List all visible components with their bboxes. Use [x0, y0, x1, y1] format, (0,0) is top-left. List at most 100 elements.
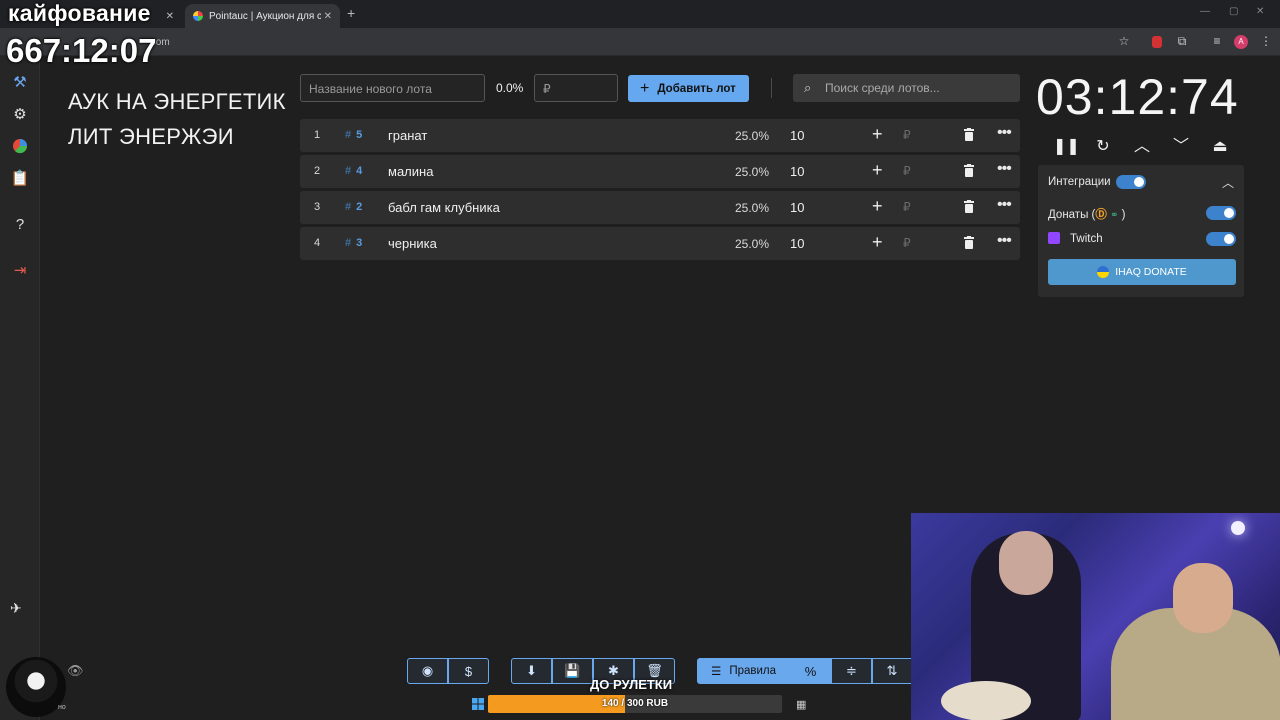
- lot-amount[interactable]: 10: [790, 200, 804, 215]
- add-lot-label: Добавить лот: [657, 82, 736, 95]
- lot-id[interactable]: #5: [345, 129, 362, 141]
- ihaq-donate-label: IHAQ DONATE: [1115, 266, 1187, 278]
- ihaq-donate-button[interactable]: IHAQ DONATE: [1048, 259, 1236, 285]
- address-bar[interactable]: .com: [0, 28, 1280, 56]
- close-tab-icon[interactable]: ✕: [324, 11, 332, 22]
- lot-name[interactable]: черника: [388, 236, 437, 251]
- minimize-icon[interactable]: —: [1200, 6, 1210, 17]
- delete-trash-icon[interactable]: [964, 200, 974, 213]
- lot-id[interactable]: #4: [345, 165, 362, 177]
- delete-trash-icon[interactable]: [964, 128, 974, 141]
- collapse-chevron-icon[interactable]: ︿: [1222, 174, 1234, 191]
- search-placeholder: Поиск среди лотов...: [825, 81, 940, 95]
- roulette-progress-text: 140 / 300 RUB: [601, 698, 669, 709]
- donations-toggle[interactable]: [1206, 206, 1236, 220]
- lot-index: 4: [314, 237, 321, 249]
- add-amount-icon[interactable]: +: [872, 196, 883, 217]
- add-amount-icon[interactable]: +: [872, 124, 883, 145]
- add-lot-button[interactable]: + Добавить лот: [628, 75, 749, 102]
- app-sidebar: ⚒ ⚙ 📋 ? ⇥: [0, 56, 40, 720]
- lot-amount[interactable]: 10: [790, 128, 804, 143]
- add-amount-icon[interactable]: +: [872, 232, 883, 253]
- eye-icon[interactable]: 👁: [67, 663, 84, 679]
- new-tab-icon[interactable]: +: [347, 5, 355, 21]
- ruble-icon[interactable]: ₽: [903, 200, 911, 214]
- bookmark-star-icon[interactable]: ☆: [1117, 34, 1131, 48]
- ruble-icon[interactable]: ₽: [903, 128, 911, 142]
- delete-trash-icon[interactable]: [964, 164, 974, 177]
- tab-title: Pointauc | Аукцион для стрим...: [209, 10, 321, 22]
- extensions-puzzle-icon[interactable]: ⧉: [1175, 34, 1189, 48]
- download-icon[interactable]: ⬇: [511, 658, 552, 684]
- telegram-icon[interactable]: ✈: [10, 600, 22, 617]
- lot-row: 3 #2 бабл гам клубника 25.0% 10 + ₽ •••: [300, 191, 1020, 224]
- wheel-pie-icon[interactable]: [10, 136, 30, 156]
- windows-start-icon[interactable]: [472, 698, 484, 710]
- lot-row: 2 #4 малина 25.0% 10 + ₽ •••: [300, 155, 1020, 188]
- integrations-toggle[interactable]: [1116, 175, 1146, 189]
- settings-gear-icon[interactable]: ⚙: [10, 104, 30, 124]
- double-chevron-up-icon[interactable]: ⏏: [1210, 137, 1230, 157]
- search-icon: ⌕: [804, 80, 812, 95]
- chevron-up-icon[interactable]: ︿: [1132, 137, 1152, 157]
- lot-id[interactable]: #2: [345, 201, 362, 213]
- add-amount-icon[interactable]: +: [872, 160, 883, 181]
- person-right-face: [1173, 563, 1233, 633]
- close-tab-icon[interactable]: ✕: [166, 11, 174, 22]
- browser-tabbar: ✕ Pointauc | Аукцион для стрим... ✕ + — …: [0, 0, 1280, 28]
- rules-list-icon: ☰: [711, 666, 722, 678]
- save-icon[interactable]: 💾: [552, 658, 593, 684]
- twitch-label: Twitch: [1070, 233, 1103, 245]
- lot-name[interactable]: гранат: [388, 128, 427, 143]
- more-options-icon[interactable]: •••: [997, 124, 1012, 142]
- roulette-progress-bar: 140 / 300 RUB: [488, 695, 782, 713]
- calculator-icon[interactable]: ▦: [796, 698, 808, 711]
- more-options-icon[interactable]: •••: [997, 232, 1012, 250]
- more-options-icon[interactable]: •••: [997, 160, 1012, 178]
- lot-amount[interactable]: 10: [790, 236, 804, 251]
- help-question-icon[interactable]: ?: [10, 214, 30, 234]
- close-window-icon[interactable]: ✕: [1256, 6, 1264, 17]
- lamp: [1231, 521, 1245, 535]
- lot-name[interactable]: бабл гам клубника: [388, 200, 500, 215]
- chevron-down-icon[interactable]: ﹀: [1171, 137, 1191, 157]
- lot-index: 2: [314, 165, 321, 177]
- sort-icon[interactable]: ⇅: [872, 658, 912, 684]
- person-left-face: [999, 531, 1053, 595]
- lot-name[interactable]: малина: [388, 164, 433, 179]
- lot-search-input[interactable]: ⌕ Поиск среди лотов...: [793, 74, 1020, 102]
- percent-icon[interactable]: %: [790, 658, 831, 684]
- media-control-icon[interactable]: ≡: [1210, 34, 1224, 48]
- stream-overlay-title: кайфование: [8, 0, 151, 26]
- twitch-toggle[interactable]: [1206, 232, 1236, 246]
- stream-overlay-timer: 667:12:07: [6, 32, 157, 69]
- github-icon[interactable]: ◉: [407, 658, 448, 684]
- ruble-icon[interactable]: ₽: [903, 236, 911, 250]
- split-icon[interactable]: ≑: [831, 658, 872, 684]
- new-lot-amount-input[interactable]: ₽: [534, 74, 618, 102]
- clipboard-history-icon[interactable]: 📋: [10, 168, 30, 188]
- delete-trash-icon[interactable]: [964, 236, 974, 249]
- donate-dollar-icon[interactable]: $: [448, 658, 489, 684]
- lot-percent: 25.0%: [735, 201, 770, 215]
- browser-tab-active[interactable]: Pointauc | Аукцион для стрим... ✕: [185, 4, 340, 28]
- maximize-icon[interactable]: ▢: [1229, 6, 1238, 17]
- lot-index: 3: [314, 201, 321, 213]
- reset-icon[interactable]: ↻: [1093, 137, 1113, 157]
- logout-icon[interactable]: ⇥: [10, 260, 30, 280]
- ruble-icon[interactable]: ₽: [903, 164, 911, 178]
- new-lot-name-input[interactable]: Название нового лота: [300, 74, 485, 102]
- browser-menu-icon[interactable]: ⋮: [1259, 34, 1273, 48]
- plus-icon: +: [640, 79, 650, 97]
- pause-icon[interactable]: ❚❚: [1053, 137, 1080, 157]
- lot-percent: 25.0%: [735, 129, 770, 143]
- roulette-title: ДО РУЛЕТКИ: [590, 677, 673, 692]
- extension-icon[interactable]: [1152, 36, 1162, 48]
- lot-amount[interactable]: 10: [790, 164, 804, 179]
- screen: ✕ Pointauc | Аукцион для стрим... ✕ + — …: [0, 0, 1280, 720]
- profile-avatar[interactable]: A: [1234, 35, 1248, 49]
- more-options-icon[interactable]: •••: [997, 196, 1012, 214]
- lot-id[interactable]: #3: [345, 237, 362, 249]
- divider: [771, 78, 772, 98]
- gavel-icon[interactable]: ⚒: [10, 72, 30, 92]
